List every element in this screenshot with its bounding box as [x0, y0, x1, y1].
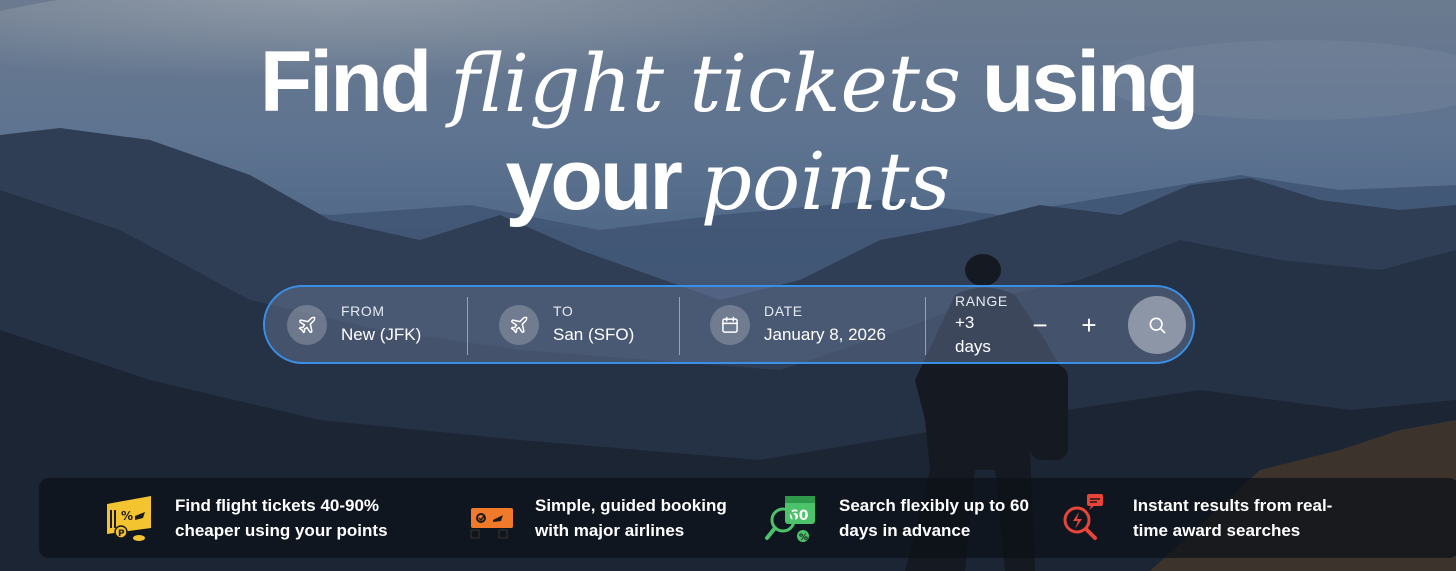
feature-text: Instant results from real-time award sea… [1133, 496, 1333, 540]
flight-search-bar: FROM New (JFK) TO San (SFO) DATE January… [263, 285, 1195, 364]
field-divider [925, 297, 926, 355]
feature-item: 60 % Search flexibly up to 60 days in ad… [763, 478, 1059, 558]
headline-line-1: Find flight tickets using [0, 34, 1456, 132]
date-field[interactable]: DATE January 8, 2026 [710, 287, 886, 362]
headline-line-2: your points [0, 132, 1456, 230]
feature-text: Simple, guided booking with major airlin… [535, 496, 727, 540]
svg-text:%: % [121, 509, 133, 523]
feature-item: Simple, guided booking with major airlin… [459, 478, 755, 558]
date-label: DATE [764, 302, 803, 319]
headline-text: Find [259, 34, 432, 130]
plane-icon [499, 304, 539, 345]
headline-emphasis: points [700, 135, 951, 228]
to-value: San (SFO) [553, 324, 635, 344]
range-decrease-button[interactable]: − [1025, 310, 1055, 340]
feature-item: Instant results from real-time award sea… [1057, 478, 1353, 558]
svg-text:%: % [799, 533, 808, 543]
points-ticket-icon: % P [107, 496, 151, 541]
range-value: +3 days [955, 311, 1005, 359]
feature-text: Find flight tickets 40-90% cheaper using… [175, 496, 388, 540]
hero-headline: Find flight tickets using your points [0, 34, 1456, 230]
range-value-amount: +3 [955, 313, 975, 332]
from-field[interactable]: FROM New (JFK) [287, 287, 421, 362]
from-value: New (JFK) [341, 324, 422, 344]
feature-text: Search flexibly up to 60 days in advance [839, 496, 1029, 540]
headline-emphasis: flight tickets [450, 37, 961, 130]
search-icon [1149, 317, 1166, 334]
from-label: FROM [341, 302, 385, 319]
plane-icon [287, 304, 327, 345]
calendar-icon [710, 304, 750, 345]
boarding-pass-icon [470, 508, 513, 539]
range-increase-button[interactable]: + [1074, 310, 1104, 340]
calendar-60-icon: 60 % [765, 496, 815, 543]
to-label: TO [553, 302, 574, 319]
date-value: January 8, 2026 [764, 324, 886, 344]
range-label: RANGE [955, 293, 1008, 309]
to-field-text: TO San (SFO) [553, 302, 634, 348]
date-field-text: DATE January 8, 2026 [764, 302, 886, 348]
to-field[interactable]: TO San (SFO) [499, 287, 634, 362]
feature-item: % P Find flight tickets 40-90% cheaper u… [99, 478, 395, 558]
headline-text: your [505, 132, 683, 228]
range-value-unit: days [955, 337, 991, 356]
headline-text: using [981, 34, 1199, 130]
field-divider [467, 297, 468, 355]
instant-search-icon [1063, 494, 1103, 540]
field-divider [679, 297, 680, 355]
features-strip: % P Find flight tickets 40-90% cheaper u… [39, 478, 1456, 558]
range-field: RANGE +3 days [955, 293, 1008, 359]
search-button[interactable] [1128, 296, 1186, 354]
from-field-text: FROM New (JFK) [341, 302, 421, 348]
svg-text:P: P [118, 529, 125, 539]
